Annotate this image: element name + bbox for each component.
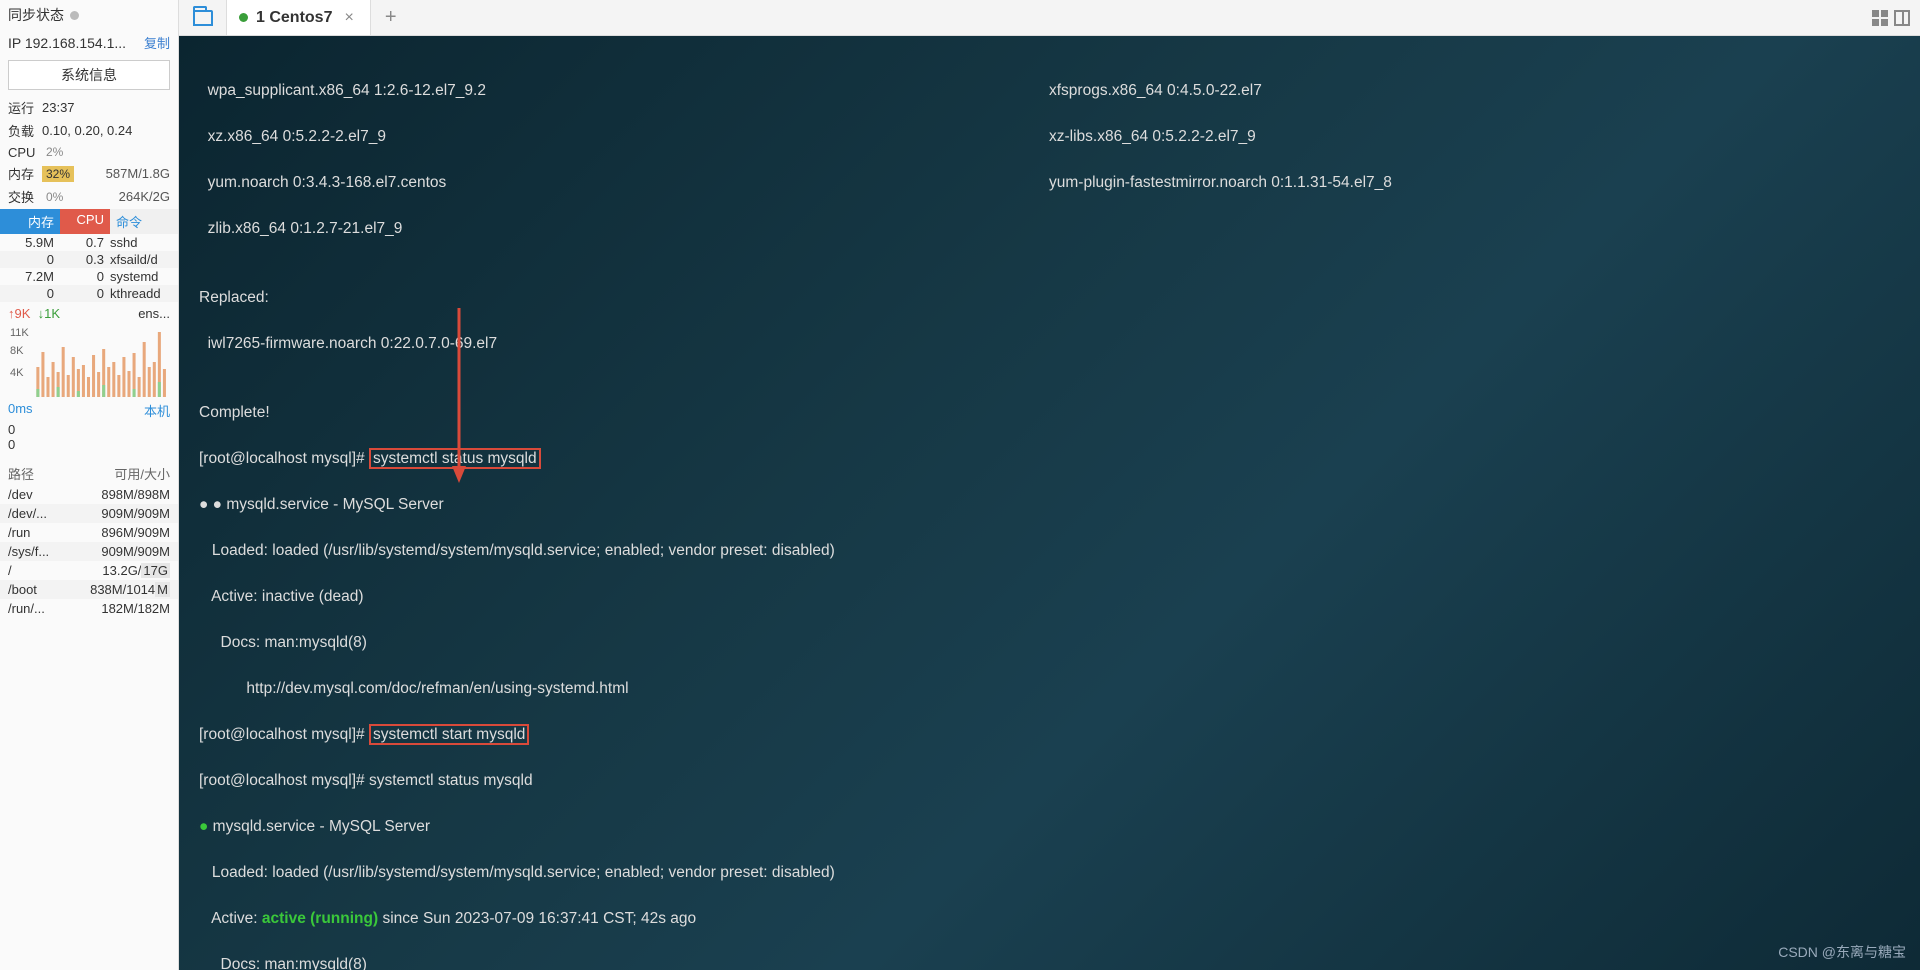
- new-tab-button[interactable]: +: [371, 0, 411, 35]
- fs-row[interactable]: /sys/f...909M/909M: [0, 542, 178, 561]
- cpu-row: CPU2%: [8, 142, 170, 162]
- copy-link[interactable]: 复制: [144, 33, 170, 52]
- terminal[interactable]: wpa_supplicant.x86_64 1:2.6-12.el7_9.2xf…: [179, 36, 1920, 970]
- process-row[interactable]: 00.3xfsaild/d: [0, 251, 178, 268]
- ip-text: IP 192.168.154.1...: [8, 35, 126, 51]
- process-row[interactable]: 7.2M0systemd: [0, 268, 178, 285]
- system-info-button[interactable]: 系统信息: [8, 60, 170, 90]
- tab-title: 1 Centos7: [256, 9, 332, 27]
- process-row[interactable]: 00kthreadd: [0, 285, 178, 302]
- sidebar: 同步状态 IP 192.168.154.1... 复制 系统信息 运行23:37…: [0, 0, 179, 970]
- process-header[interactable]: 内存 CPU 命令: [0, 209, 178, 234]
- fs-row[interactable]: /13.2G/17G: [0, 561, 178, 580]
- fs-row[interactable]: /dev/...909M/909M: [0, 504, 178, 523]
- fs-row[interactable]: /run/...182M/182M: [0, 599, 178, 618]
- sync-label: 同步状态: [8, 5, 64, 25]
- network-stats: ↑9K ↓1K ens...: [0, 302, 178, 325]
- cmd-status-highlight: systemctl status mysqld: [369, 448, 541, 469]
- net-down: ↓1K: [38, 306, 60, 321]
- network-chart: 11K 8K 4K: [8, 327, 170, 397]
- folder-button[interactable]: [179, 0, 227, 35]
- cmd-start-highlight: systemctl start mysqld: [369, 724, 529, 745]
- tab-status-dot-icon: [239, 13, 248, 22]
- net-interface[interactable]: ens...: [138, 306, 170, 321]
- watermark: CSDN @东离与糖宝: [1778, 941, 1906, 964]
- grid-view-icon[interactable]: [1872, 10, 1888, 26]
- tab-centos7[interactable]: 1 Centos7 ×: [227, 0, 371, 35]
- tab-bar: 1 Centos7 × +: [179, 0, 1920, 36]
- split-view-icon[interactable]: [1894, 10, 1910, 26]
- net-up: ↑9K: [8, 306, 30, 321]
- mem-row: 内存32%587M/1.8G: [8, 162, 170, 185]
- tab-close-icon[interactable]: ×: [340, 9, 357, 27]
- load-row: 负载0.10, 0.20, 0.24: [8, 119, 170, 142]
- sync-dot-icon: [70, 11, 79, 20]
- process-row[interactable]: 5.9M0.7sshd: [0, 234, 178, 251]
- fs-row[interactable]: /boot838M/1014M: [0, 580, 178, 599]
- filesystem-panel: 路径可用/大小 /dev898M/898M/dev/...909M/909M/r…: [0, 458, 178, 622]
- uptime-row: 运行23:37: [8, 96, 170, 119]
- sync-status: 同步状态: [0, 0, 178, 30]
- main-area: 1 Centos7 × + wpa_supplicant.x86_64 1:2.…: [179, 0, 1920, 970]
- fs-row[interactable]: /run896M/909M: [0, 523, 178, 542]
- folder-icon: [193, 10, 213, 26]
- swap-row: 交换0%264K/2G: [8, 185, 170, 208]
- ip-row: IP 192.168.154.1... 复制: [0, 30, 178, 55]
- fs-row[interactable]: /dev898M/898M: [0, 485, 178, 504]
- latency-row: 0ms 本机: [0, 399, 178, 422]
